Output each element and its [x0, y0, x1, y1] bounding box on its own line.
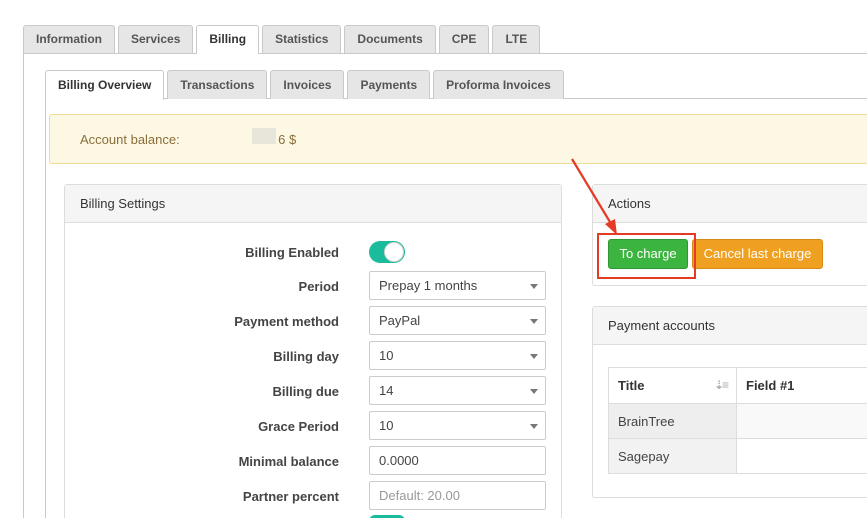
billing-enabled-row: Billing Enabled	[65, 237, 561, 267]
billing-day-select[interactable]: 10	[369, 341, 546, 370]
account-field1-cell	[736, 403, 867, 439]
billing-enabled-toggle[interactable]	[369, 241, 405, 263]
table-header-row: Title ⇣≡ Field #1	[608, 367, 867, 404]
chevron-down-icon	[530, 284, 538, 289]
annotation-arrow-icon	[571, 158, 617, 235]
account-field1-cell	[736, 438, 867, 474]
tab-services[interactable]: Services	[118, 25, 194, 53]
minimal-balance-input[interactable]	[369, 446, 546, 475]
grace-period-row: Grace Period 10	[65, 411, 561, 441]
billing-settings-panel: Billing Settings Billing Enabled Period …	[64, 184, 562, 518]
period-label: Period	[298, 279, 339, 294]
billing-due-select[interactable]: 14	[369, 376, 546, 405]
tab-billing[interactable]: Billing	[196, 25, 260, 54]
tab-payments[interactable]: Payments	[347, 70, 431, 99]
table-row[interactable]: Sagepay	[608, 438, 867, 474]
period-select[interactable]: Prepay 1 months	[369, 271, 546, 300]
tab-billing-overview[interactable]: Billing Overview	[45, 70, 165, 100]
grace-period-label: Grace Period	[258, 419, 339, 434]
billing-settings-title: Billing Settings	[65, 185, 561, 223]
chevron-down-icon	[530, 424, 538, 429]
redacted-balance	[252, 128, 276, 144]
tab-statistics[interactable]: Statistics	[262, 25, 342, 53]
payment-accounts-table: Title ⇣≡ Field #1 BrainTree Sagepay	[608, 367, 867, 474]
sort-icon[interactable]: ⇣≡	[714, 378, 729, 392]
chevron-down-icon	[530, 354, 538, 359]
chevron-down-icon	[530, 389, 538, 394]
tab-cpe[interactable]: CPE	[438, 25, 490, 53]
tab-proforma-invoices[interactable]: Proforma Invoices	[433, 70, 564, 99]
tab-information[interactable]: Information	[23, 25, 115, 53]
account-balance-alert: Account balance: 6 $	[49, 114, 867, 164]
next-toggle-row	[65, 489, 561, 518]
grace-period-select[interactable]: 10	[369, 411, 546, 440]
billing-tabs: Billing Overview Transactions Invoices P…	[45, 70, 567, 100]
cancel-last-charge-button[interactable]: Cancel last charge	[692, 239, 823, 269]
table-row[interactable]: BrainTree	[608, 403, 867, 439]
actions-title: Actions	[593, 185, 867, 223]
billing-day-row: Billing day 10	[65, 341, 561, 371]
payment-method-row: Payment method PayPal	[65, 306, 561, 336]
account-balance-label: Account balance:	[80, 132, 180, 147]
account-title-cell: Sagepay	[608, 438, 737, 474]
minimal-balance-row: Minimal balance	[65, 446, 561, 476]
minimal-balance-label: Minimal balance	[238, 454, 339, 469]
toggle-knob	[384, 242, 404, 262]
period-row: Period Prepay 1 months	[65, 271, 561, 301]
column-field1-header[interactable]: Field #1	[736, 367, 867, 404]
billing-due-label: Billing due	[272, 384, 339, 399]
tab-transactions[interactable]: Transactions	[167, 70, 268, 99]
payment-method-select[interactable]: PayPal	[369, 306, 546, 335]
column-title-header[interactable]: Title ⇣≡	[608, 367, 737, 404]
tab-documents[interactable]: Documents	[344, 25, 436, 53]
account-title-cell: BrainTree	[608, 403, 737, 439]
billing-day-label: Billing day	[273, 349, 339, 364]
billing-due-row: Billing due 14	[65, 376, 561, 406]
tab-invoices[interactable]: Invoices	[270, 70, 345, 99]
chevron-down-icon	[530, 319, 538, 324]
billing-enabled-label: Billing Enabled	[245, 245, 339, 260]
payment-method-label: Payment method	[234, 314, 339, 329]
tab-lte[interactable]: LTE	[492, 25, 541, 53]
payment-accounts-title: Payment accounts	[593, 307, 867, 345]
main-tabs: Information Services Billing Statistics …	[23, 25, 543, 54]
